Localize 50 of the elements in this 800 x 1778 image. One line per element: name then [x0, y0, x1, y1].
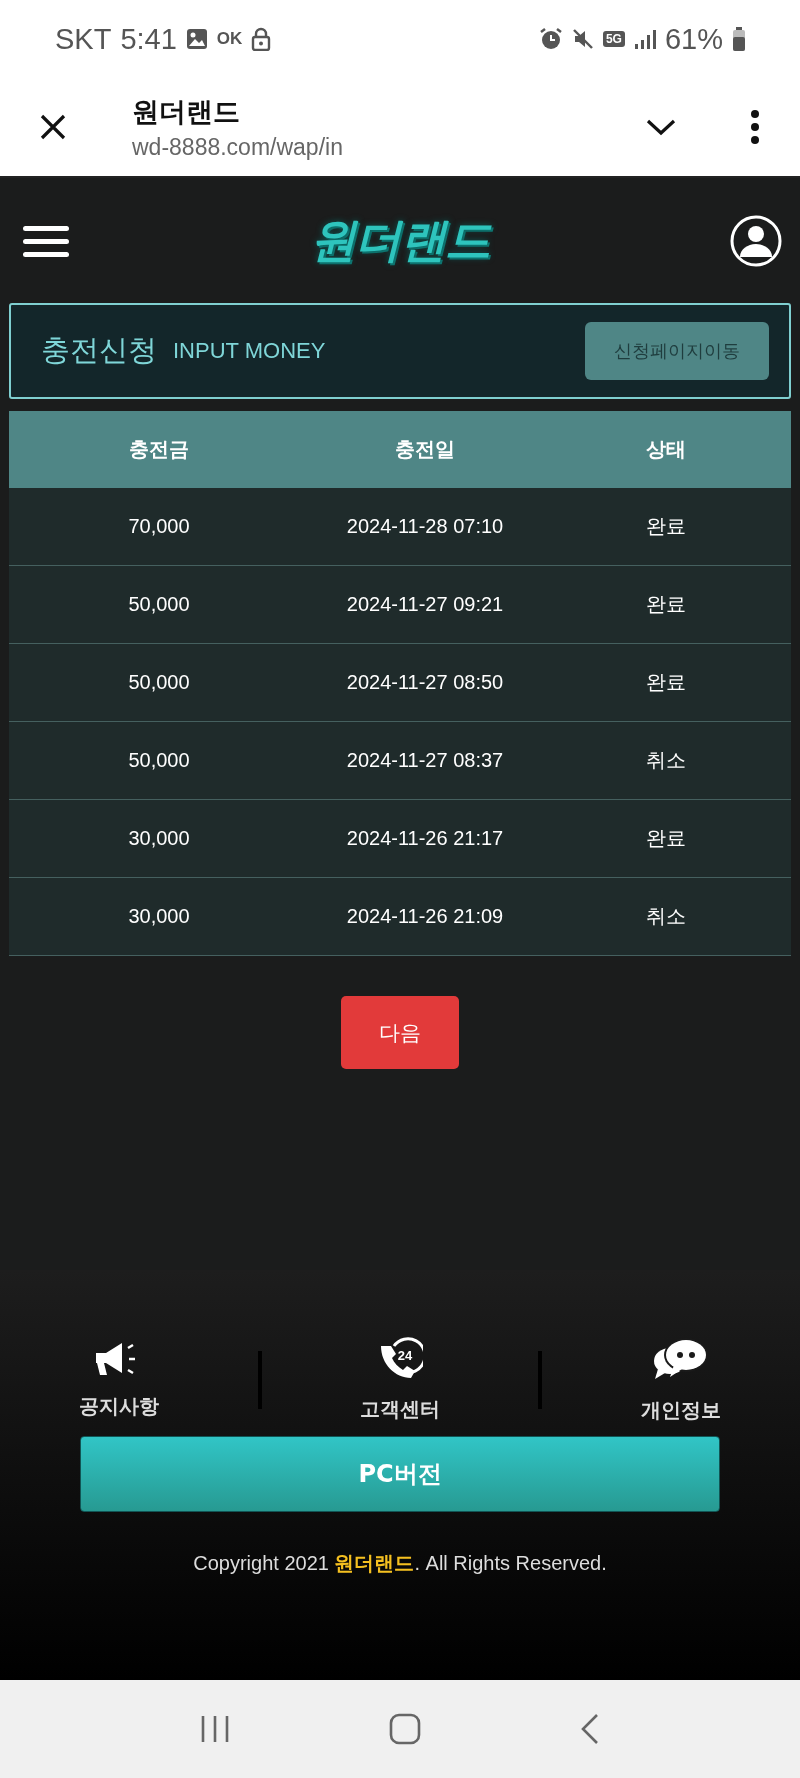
status-cell-text: 취소	[645, 904, 687, 929]
carrier: SKT	[55, 22, 112, 56]
footer-link[interactable]: 고객센터	[359, 1396, 440, 1423]
date-cell-text: 2024-11-28 07:10	[345, 515, 505, 538]
date-cell-text: 2024-11-27 08:37	[345, 749, 505, 772]
date-cell-text: 2024-11-26 21:09	[345, 905, 505, 928]
site-logo[interactable]: 원더랜드	[309, 209, 490, 272]
next-button[interactable]: 다음	[341, 996, 459, 1069]
status-cell-text: 완료	[645, 592, 687, 617]
recent-apps-icon[interactable]	[199, 1714, 230, 1744]
column-header: 상태	[645, 436, 687, 463]
more-icon[interactable]	[750, 110, 760, 144]
panel-subtitle: INPUT MONEY	[173, 338, 327, 364]
date-cell-text: 2024-11-27 08:50	[345, 671, 505, 694]
column-header: 충전금	[128, 436, 190, 463]
amount-cell-text: 30,000	[127, 905, 191, 928]
status-cell-text: 완료	[645, 670, 687, 695]
menu-icon[interactable]	[23, 223, 69, 258]
date-cell-text: 2024-11-26 21:17	[345, 827, 505, 850]
lock-icon	[251, 27, 272, 51]
clock: 5:41	[120, 22, 177, 56]
amount-cell-text: 70,000	[127, 515, 191, 538]
user-icon[interactable]	[730, 214, 782, 267]
mute-icon	[571, 28, 594, 50]
chevron-down-icon[interactable]	[646, 118, 676, 136]
date-cell-text: 2024-11-27 09:21	[345, 593, 505, 616]
network-label: 5G	[602, 31, 625, 47]
amount-cell-text: 50,000	[127, 593, 191, 616]
signal-icon	[633, 29, 656, 49]
copyright-text: Copyright 2021 원더랜드. All Rights Reserved.	[193, 1551, 607, 1576]
status-cell-text: 완료	[645, 826, 687, 851]
status-cell-text: 완료	[645, 514, 687, 539]
amount-cell-text: 50,000	[127, 749, 191, 772]
amount-cell-text: 50,000	[127, 671, 191, 694]
image-icon	[185, 28, 208, 50]
alarm-icon	[538, 27, 563, 51]
page-url: wd-8888.com/wap/in	[132, 133, 344, 161]
panel-title: 충전신청	[41, 332, 157, 369]
home-icon[interactable]	[389, 1713, 421, 1745]
ok-label: OK	[216, 29, 243, 49]
battery-percent: 61%	[664, 22, 723, 56]
column-header: 충전일	[394, 436, 456, 463]
page-title: 원더랜드	[132, 94, 241, 129]
footer-link[interactable]: 개인정보	[640, 1397, 721, 1424]
close-icon[interactable]	[40, 114, 66, 140]
status-cell-text: 취소	[645, 748, 687, 773]
footer-link[interactable]: 공지사항	[79, 1393, 160, 1420]
back-icon[interactable]	[580, 1713, 601, 1745]
battery-icon	[732, 27, 746, 51]
amount-cell-text: 30,000	[127, 827, 191, 850]
